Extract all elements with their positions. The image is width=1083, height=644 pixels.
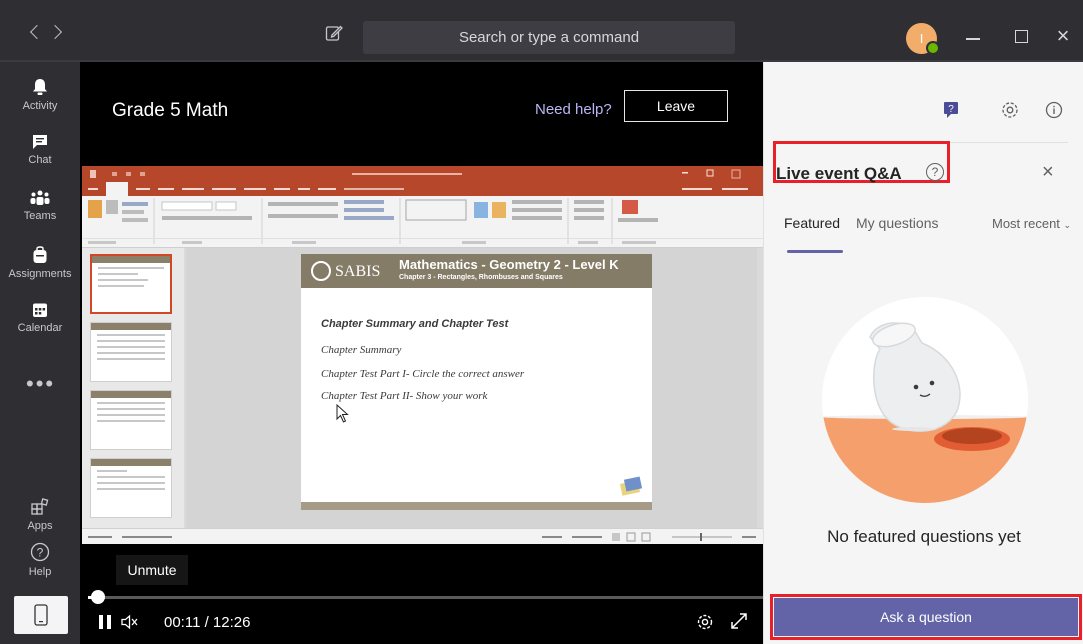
tab-my-questions[interactable]: My questions <box>856 215 938 231</box>
unmute-tooltip: Unmute <box>116 555 188 585</box>
more-apps-icon[interactable]: ••• <box>26 371 55 397</box>
rail-label: Assignments <box>8 268 72 280</box>
qa-icon[interactable]: ? <box>942 100 962 120</box>
slide-heading: Mathematics - Geometry 2 - Level K <box>399 257 619 272</box>
ppt-ribbon-tabs <box>82 182 763 196</box>
shared-screen: SABIS Mathematics - Geometry 2 - Level K… <box>82 166 763 544</box>
rail-item-chat[interactable]: Chat <box>0 134 80 190</box>
slide-line: Chapter Test Part II- Show your work <box>321 390 488 402</box>
minimize-icon[interactable] <box>966 38 980 40</box>
svg-text:?: ? <box>37 546 44 560</box>
slide-banner: SABIS Mathematics - Geometry 2 - Level K… <box>301 254 652 288</box>
slide-thumbnail <box>90 254 172 314</box>
sabis-logo-icon <box>311 261 331 281</box>
rail-label: Activity <box>22 100 58 112</box>
tab-underline <box>787 250 843 253</box>
chat-icon <box>33 135 47 149</box>
teams-icon <box>30 190 50 205</box>
title-bar: Search or type a command I × <box>0 0 1083 62</box>
rail-item-help[interactable]: ? Help <box>0 542 80 598</box>
rail-label: Calendar <box>17 322 63 334</box>
sort-label: Most recent <box>992 216 1060 231</box>
svg-text:?: ? <box>948 104 954 115</box>
mouse-cursor-icon <box>336 404 349 423</box>
qa-title: Live event Q&A <box>776 164 902 183</box>
forward-icon[interactable] <box>47 24 63 40</box>
tab-featured[interactable]: Featured <box>784 215 840 231</box>
ppt-title-bar <box>82 166 763 182</box>
slide-thumbnail <box>90 458 172 518</box>
slide-thumbnail <box>90 322 172 382</box>
pause-icon[interactable] <box>98 614 112 630</box>
device-settings-button[interactable] <box>14 596 68 634</box>
progress-track[interactable] <box>88 596 763 599</box>
close-icon[interactable]: × <box>1042 161 1054 184</box>
rail-label: Apps <box>27 520 53 532</box>
help-icon: ? <box>30 542 50 562</box>
empty-state-illustration <box>822 297 1028 503</box>
ppt-ribbon <box>82 196 763 248</box>
leave-button[interactable]: Leave <box>624 90 728 122</box>
playback-time: 00:11 / 12:26 <box>164 614 251 631</box>
app-rail: Activity Chat Teams Assignments Calendar… <box>0 62 80 644</box>
maximize-icon[interactable] <box>1015 30 1028 43</box>
sort-dropdown[interactable]: Most recent ⌄ <box>992 216 1071 231</box>
rail-label: Teams <box>23 210 57 222</box>
need-help-link[interactable]: Need help? <box>535 101 612 118</box>
slide-thumbnails <box>82 248 184 528</box>
slide-canvas: SABIS Mathematics - Geometry 2 - Level K… <box>186 248 757 528</box>
calendar-icon <box>33 303 47 317</box>
empty-state-message: No featured questions yet <box>827 527 1021 546</box>
rail-item-teams[interactable]: Teams <box>0 190 80 246</box>
ppt-status-bar <box>82 528 763 544</box>
slide-line: Chapter Test Part I- Circle the correct … <box>321 368 525 380</box>
chevron-down-icon: ⌄ <box>1063 220 1072 230</box>
video-settings-icon[interactable] <box>694 611 716 633</box>
help-circle-icon[interactable]: ? <box>926 163 944 181</box>
rail-label: Chat <box>28 154 52 166</box>
info-icon[interactable] <box>1044 100 1064 120</box>
rail-item-calendar[interactable]: Calendar <box>0 302 80 358</box>
slide-subheading: Chapter 3 - Rectangles, Rhombuses and Sq… <box>399 274 563 281</box>
slide-line: Chapter Summary and Chapter Test <box>321 318 509 330</box>
slide-thumbnail <box>90 390 172 450</box>
presence-available-icon <box>926 41 940 55</box>
slide-line: Chapter Summary <box>321 344 402 356</box>
slide-footer <box>301 502 652 510</box>
phone-icon <box>34 604 48 626</box>
slide: SABIS Mathematics - Geometry 2 - Level K… <box>301 254 652 510</box>
apps-icon <box>31 498 49 515</box>
video-stage[interactable]: Grade 5 Math Need help? Leave SABIS Math… <box>80 62 763 644</box>
rail-item-assignments[interactable]: Assignments <box>0 246 80 302</box>
fullscreen-icon[interactable] <box>729 611 749 631</box>
close-window-icon[interactable]: × <box>1052 25 1074 47</box>
search-input[interactable]: Search or type a command <box>363 21 735 54</box>
rail-item-activity[interactable]: Activity <box>0 78 80 134</box>
settings-gear-icon[interactable] <box>1000 100 1020 120</box>
rail-label: Help <box>28 566 52 578</box>
back-icon[interactable] <box>29 24 45 40</box>
slide-brand: SABIS <box>335 263 381 280</box>
book-illustration-icon <box>619 476 643 496</box>
ask-question-button[interactable]: Ask a question <box>774 598 1078 636</box>
qa-panel: ? Live event Q&A ? × Featured My questio… <box>763 62 1083 644</box>
muted-speaker-icon[interactable] <box>121 614 141 630</box>
bell-icon <box>33 79 47 95</box>
backpack-icon <box>33 246 47 263</box>
event-title: Grade 5 Math <box>112 100 229 121</box>
compose-icon[interactable] <box>325 24 343 42</box>
progress-handle[interactable] <box>91 590 105 604</box>
